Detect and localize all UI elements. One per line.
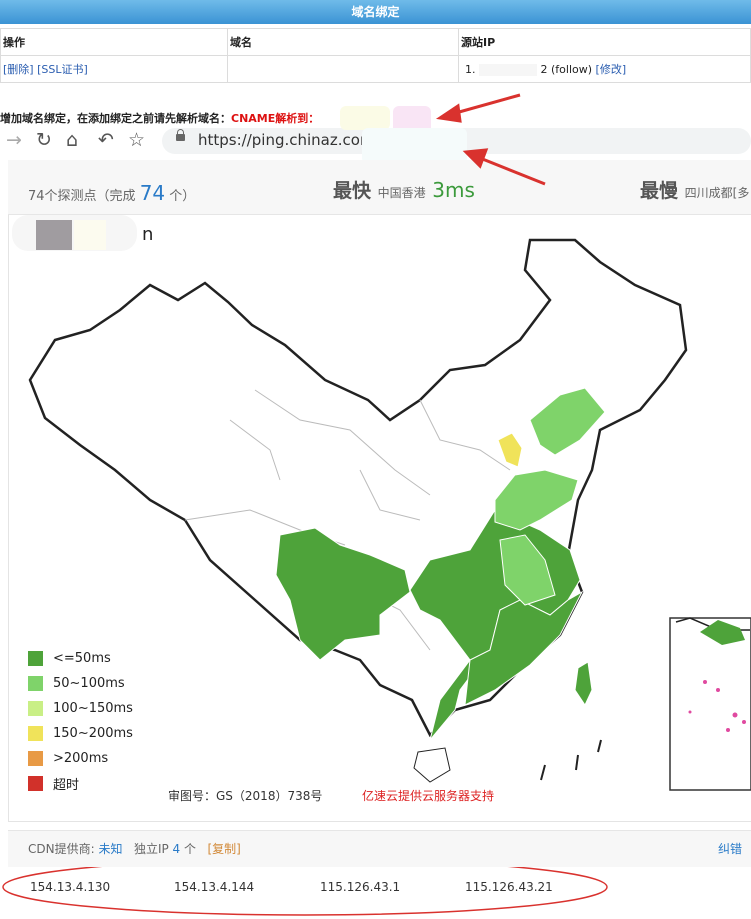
legend-item: <=50ms [28, 646, 133, 671]
region-taiwan [574, 661, 593, 707]
south-china-sea-inset [669, 617, 751, 791]
legend-item: >200ms [28, 746, 133, 771]
ip-count-label: 独立IP [133, 842, 169, 856]
latency-legend: <=50ms 50~100ms 100~150ms 150~200ms >200… [28, 646, 133, 796]
annotation-arrows [435, 93, 546, 186]
legend-label: 150~200ms [53, 726, 133, 741]
legend-swatch [28, 676, 43, 691]
report-error-link[interactable]: 纠错 [718, 840, 742, 857]
legend-label: >200ms [53, 751, 109, 766]
legend-item: 50~100ms [28, 671, 133, 696]
ip-address: 154.13.4.130 [30, 880, 111, 894]
legend-swatch [28, 701, 43, 716]
legend-swatch [28, 651, 43, 666]
map-approval-number: 审图号：GS（2018）738号 [168, 789, 323, 803]
sponsor-link[interactable]: 亿速云提供云服务器支持 [362, 787, 494, 804]
legend-swatch [28, 726, 43, 741]
ip-address: 154.13.4.144 [174, 880, 255, 894]
legend-swatch [28, 776, 43, 791]
ip-count-unit: 个 [184, 842, 197, 856]
cdn-provider-label: CDN提供商: [28, 842, 95, 856]
legend-item: 100~150ms [28, 696, 133, 721]
legend-label: 50~100ms [53, 676, 125, 691]
ip-address: 115.126.43.1 [320, 880, 401, 894]
legend-label: <=50ms [53, 651, 111, 666]
cdn-info: CDN提供商: 未知 独立IP 4 个 [复制] [28, 840, 241, 857]
legend-item: 超时 [28, 771, 133, 796]
cdn-provider-value: 未知 [98, 842, 123, 856]
region-hainan [413, 747, 451, 783]
legend-label: 100~150ms [53, 701, 133, 716]
legend-label: 超时 [53, 778, 80, 793]
ip-count: 4 [172, 842, 181, 856]
copy-ip-button[interactable]: [复制] [207, 842, 240, 856]
ip-address: 115.126.43.21 [465, 880, 553, 894]
legend-swatch [28, 751, 43, 766]
legend-item: 150~200ms [28, 721, 133, 746]
